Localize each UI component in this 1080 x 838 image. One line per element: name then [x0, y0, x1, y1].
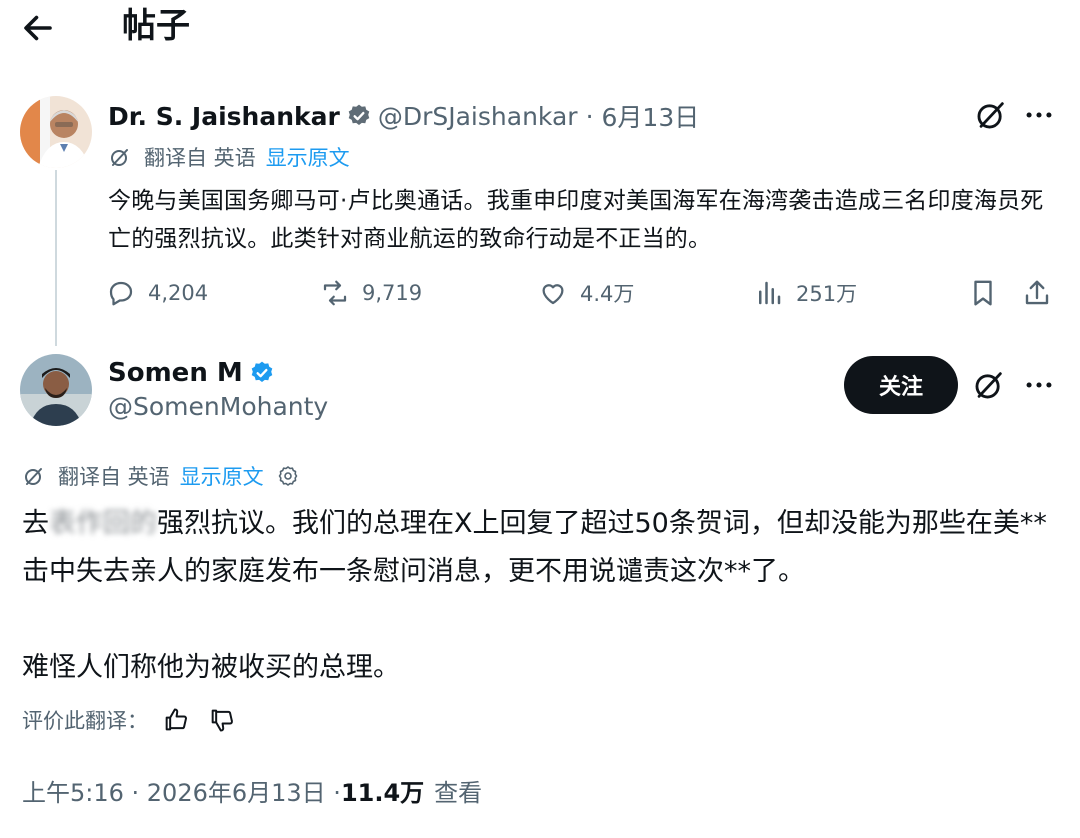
translation-bar: 翻译自 英语 显示原文 — [108, 140, 350, 174]
repost-button[interactable]: 9,719 — [320, 278, 422, 308]
thread-line — [55, 170, 57, 346]
more-icon — [1026, 382, 1052, 388]
back-button[interactable] — [20, 10, 56, 46]
reply-button[interactable]: 4,204 — [106, 278, 208, 308]
bookmark-icon — [974, 280, 992, 306]
heart-icon — [542, 284, 564, 305]
repost-icon — [323, 280, 347, 306]
rate-translation: 评价此翻译： — [22, 700, 236, 740]
more-icon — [1026, 112, 1052, 118]
like-button[interactable]: 4.4万 — [538, 278, 634, 308]
avatar-image — [20, 354, 92, 426]
separator-dot: · — [585, 101, 594, 131]
rate-translation-label: 评价此翻译： — [22, 709, 148, 733]
arrow-left-icon — [24, 15, 52, 41]
views-icon — [759, 281, 781, 305]
author-name[interactable]: Somen M — [108, 358, 243, 388]
grok-button[interactable] — [972, 368, 1006, 402]
bookmark-button[interactable] — [968, 278, 1010, 308]
show-original-link[interactable]: 显示原文 — [266, 142, 350, 172]
follow-button[interactable]: 关注 — [844, 356, 958, 414]
blurred-text: 表作回的 — [49, 508, 157, 539]
thumbs-down-icon[interactable] — [208, 706, 236, 734]
post-views-count: 11.4万 — [340, 778, 425, 807]
translate-icon — [111, 149, 128, 166]
thumbs-up-icon[interactable] — [162, 706, 190, 734]
avatar-image — [20, 96, 92, 168]
avatar-jaishankar[interactable] — [20, 96, 92, 168]
gear-icon[interactable] — [276, 464, 300, 488]
avatar-somen[interactable] — [20, 354, 92, 426]
reply-icon — [109, 281, 133, 306]
grok-button[interactable] — [974, 98, 1008, 132]
page-title: 帖子 — [122, 6, 190, 46]
translation-bar: 翻译自 英语 显示原文 — [22, 458, 300, 494]
show-original-link[interactable]: 显示原文 — [180, 461, 264, 491]
post-date[interactable]: 6月13日 — [602, 98, 700, 134]
verified-badge-icon — [251, 361, 273, 382]
views-count: 251万 — [796, 282, 858, 306]
views-button[interactable]: 251万 — [754, 278, 857, 308]
more-button[interactable] — [1022, 368, 1056, 402]
translated-from-label: 翻译自 英语 — [58, 465, 170, 489]
grok-icon — [977, 102, 1004, 129]
post-text: 去表作回的强烈抗议。我们的总理在X上回复了超过50条贺词，但却没能为那些在美**… — [22, 500, 1062, 692]
share-button[interactable] — [1022, 278, 1064, 308]
action-bar: 4,204 9,719 4.4万 251万 — [106, 278, 1056, 316]
verified-badge-icon — [348, 104, 370, 125]
views-label[interactable]: 查看 — [434, 773, 482, 808]
repost-count: 9,719 — [362, 281, 423, 305]
author-name[interactable]: Dr. S. Jaishankar — [108, 102, 340, 131]
author-handle[interactable]: @DrSJaishankar — [378, 102, 578, 131]
post-paragraph-2: 难怪人们称他为被收买的总理。 — [22, 652, 400, 683]
reply-count: 4,204 — [148, 281, 209, 305]
grok-icon — [975, 372, 1002, 399]
like-count: 4.4万 — [580, 282, 635, 306]
post-meta: 上午5:16 · 2026年6月13日 · 11.4万 查看 — [22, 768, 482, 812]
author-handle[interactable]: @SomenMohanty — [108, 392, 328, 421]
share-icon — [1025, 280, 1049, 305]
translated-from-label: 翻译自 英语 — [144, 146, 256, 170]
post-timestamp[interactable]: 上午5:16 · 2026年6月13日 · — [22, 773, 341, 808]
post-paragraph-1: 去表作回的强烈抗议。我们的总理在X上回复了超过50条贺词，但却没能为那些在美**… — [22, 508, 1047, 587]
more-button[interactable] — [1022, 98, 1056, 132]
translate-icon — [25, 468, 42, 485]
post-text: 今晚与美国国务卿马可·卢比奥通话。我重申印度对美国海军在海湾袭击造成三名印度海员… — [108, 188, 1044, 252]
